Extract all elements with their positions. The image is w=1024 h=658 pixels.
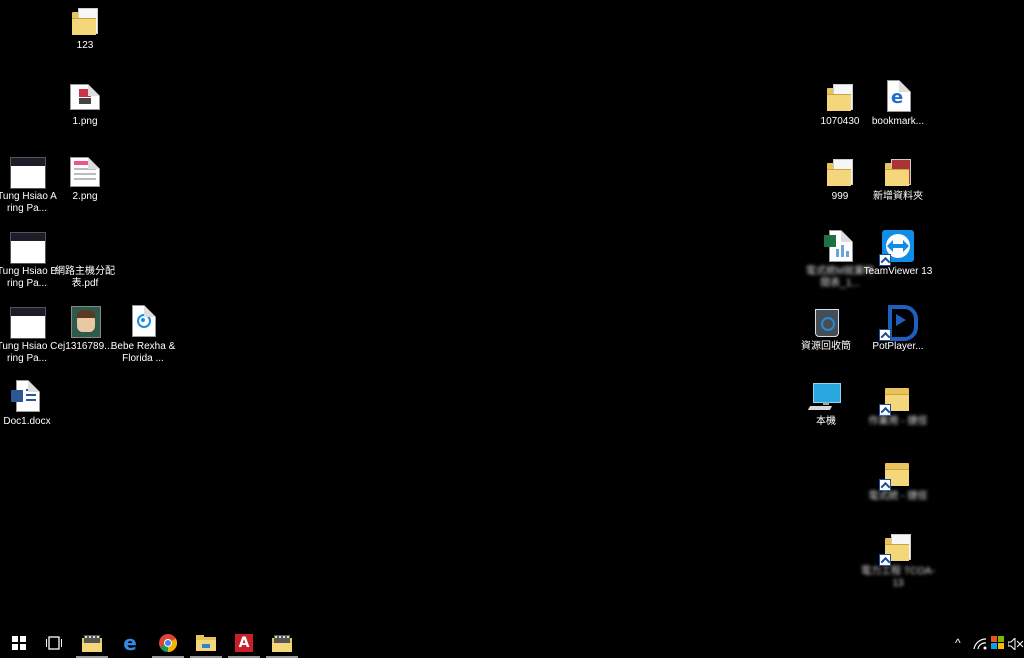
excel-file-icon (823, 230, 857, 264)
folder-shortcut-icon (879, 530, 915, 566)
shortcut-arrow-icon (879, 329, 891, 341)
security-flag-icon[interactable] (991, 636, 1005, 650)
tray-chevron-icon[interactable]: ^ (955, 636, 961, 650)
media-file-icon (126, 305, 160, 339)
desktop-icon-label: 作業用 - 捷徑 (868, 416, 928, 427)
desktop-icon-label: 1.png (72, 116, 98, 127)
computer-icon (807, 380, 843, 414)
desktop: { "desktop": { "left": [ {"label":"123",… (0, 0, 1024, 658)
word-document-icon (10, 380, 44, 414)
desktop-icon-doc1[interactable]: Doc1.docx (0, 380, 65, 428)
desktop-icon-label: Bebe Rexha & Florida ... (110, 341, 176, 364)
desktop-icon-label: 網路主機分配表.pdf (55, 266, 115, 289)
image-file-icon (68, 155, 102, 189)
desktop-icon-pdf[interactable]: 網路主機分配表.pdf (47, 230, 123, 290)
screenshot-thumbnail-icon (10, 305, 46, 339)
desktop-icon-label: 電力工程 TCOA-13 (861, 566, 935, 589)
pdf-file-icon (68, 230, 102, 264)
folder-icon (68, 4, 102, 38)
windows-start-icon (12, 636, 26, 650)
task-view-icon (46, 636, 62, 650)
wifi-icon[interactable] (973, 638, 987, 650)
film-folder-icon (82, 635, 102, 652)
desktop-icon-folder-123[interactable]: 123 (47, 4, 123, 52)
desktop-icon-folder-shortcut-1[interactable]: 作業用 - 捷徑 (860, 380, 936, 428)
desktop-icon-label: 資源回收筒 (801, 341, 851, 352)
folder-shortcut-icon (879, 455, 915, 491)
desktop-icon-label: Doc1.docx (3, 416, 51, 427)
taskbar-app-film-folder[interactable] (73, 628, 111, 658)
desktop-icon-new-folder[interactable]: 新增資料夾 (860, 155, 936, 203)
shortcut-arrow-icon (879, 404, 891, 416)
desktop-icon-teamviewer[interactable]: TeamViewer 13 (860, 230, 936, 278)
edge-html-file-icon: e (881, 80, 915, 114)
photo-thumbnail-icon (68, 305, 102, 339)
desktop-icon-this-pc[interactable]: 本機 (788, 380, 864, 428)
desktop-icon-label: 新增資料夾 (873, 191, 923, 202)
desktop-icon-folder-shortcut-3[interactable]: 電力工程 TCOA-13 (860, 530, 936, 590)
file-explorer-icon (196, 635, 216, 651)
shortcut-arrow-icon (879, 479, 891, 491)
screenshot-thumbnail-icon (10, 155, 46, 189)
teamviewer-icon (879, 230, 915, 266)
desktop-icon-potplayer[interactable]: PotPlayer... (860, 305, 936, 353)
desktop-icon-label: 本機 (816, 416, 836, 427)
film-folder-icon (272, 635, 292, 652)
potplayer-icon (879, 305, 918, 341)
task-view-button[interactable] (35, 628, 73, 658)
taskbar-app-edge[interactable]: e (111, 628, 149, 658)
desktop-icon-recycle-bin[interactable]: 資源回收筒 (788, 305, 864, 353)
acrobat-icon: A (235, 634, 253, 652)
volume-muted-icon[interactable] (1008, 638, 1024, 650)
desktop-icon-label: Tung Hsiao A ring Pa... (0, 191, 57, 214)
screenshot-thumbnail-icon (10, 230, 46, 264)
taskbar-app-chrome[interactable] (149, 628, 187, 658)
desktop-icon-tung-hsiao-a[interactable]: Tung Hsiao A ring Pa... (0, 155, 65, 215)
folder-icon (881, 155, 915, 189)
taskbar: e A ^ (0, 628, 1024, 658)
folder-icon (823, 155, 857, 189)
taskbar-app-acrobat[interactable]: A (225, 628, 263, 658)
recycle-bin-icon (809, 305, 843, 339)
folder-icon (823, 80, 857, 114)
edge-icon: e (123, 631, 137, 655)
image-file-icon (68, 80, 102, 114)
taskbar-app-file-explorer[interactable] (187, 628, 225, 658)
shortcut-arrow-icon (879, 554, 891, 566)
desktop-icon-label: TeamViewer 13 (863, 266, 933, 277)
shortcut-arrow-icon (879, 254, 891, 266)
desktop-icon-folder-shortcut-2[interactable]: 電式統 - 捷徑 (860, 455, 936, 503)
desktop-icon-bookmark[interactable]: e bookmark... (860, 80, 936, 128)
start-button[interactable] (0, 628, 38, 658)
desktop-icon-label: 電式統 - 捷徑 (868, 491, 928, 502)
desktop-icon-label: PotPlayer... (872, 341, 924, 352)
folder-shortcut-icon (879, 380, 915, 416)
desktop-icon-label: bookmark... (871, 116, 925, 127)
desktop-icon-bebe-rexha[interactable]: Bebe Rexha & Florida ... (105, 305, 181, 365)
desktop-icon-1-png[interactable]: 1.png (47, 80, 123, 128)
chrome-icon (159, 634, 177, 652)
desktop-icon-label: 123 (76, 40, 94, 51)
taskbar-app-film-folder-2[interactable] (263, 628, 301, 658)
